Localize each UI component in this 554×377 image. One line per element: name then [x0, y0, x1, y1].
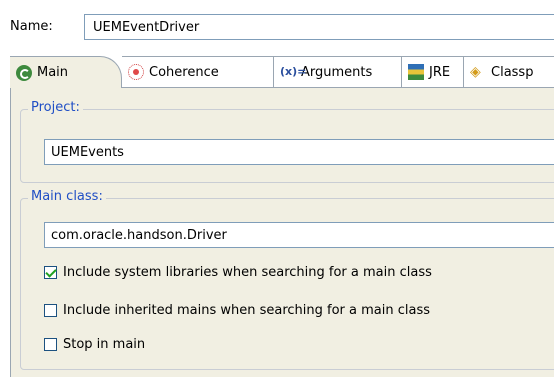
tab-main[interactable]: Main	[10, 56, 122, 88]
option-include-inherited-mains[interactable]: Include inherited mains when searching f…	[44, 300, 430, 320]
project-field[interactable]: UEMEvents	[44, 139, 554, 165]
checkbox-unchecked[interactable]	[44, 303, 57, 317]
tab-label: Arguments	[301, 64, 373, 80]
checkbox-checked[interactable]	[44, 265, 57, 279]
tab-bar: Main Coherence (x)= Arguments JRE ◈ Clas…	[10, 56, 554, 88]
coherence-icon	[128, 64, 144, 80]
tab-jre[interactable]: JRE	[402, 56, 464, 87]
tab-arguments[interactable]: (x)= Arguments	[274, 56, 402, 87]
option-include-system-libraries[interactable]: Include system libraries when searching …	[44, 262, 432, 282]
classpath-icon: ◈	[470, 64, 481, 80]
main-class-field[interactable]: com.oracle.handson.Driver	[44, 222, 554, 248]
tab-classpath[interactable]: ◈ Classp	[464, 56, 554, 87]
name-row: Name: UEMEventDriver	[0, 14, 554, 42]
tab-label: Main	[37, 65, 69, 80]
option-label: Stop in main	[63, 336, 146, 352]
tab-label: Classp	[491, 64, 534, 80]
tab-label: Coherence	[149, 64, 219, 80]
tab-coherence[interactable]: Coherence	[122, 56, 274, 87]
jre-library-icon	[408, 64, 424, 80]
tab-label: JRE	[429, 64, 451, 80]
main-class-group-title: Main class:	[28, 189, 106, 204]
option-label: Include system libraries when searching …	[63, 264, 432, 280]
name-input[interactable]: UEMEventDriver	[84, 14, 554, 40]
name-label: Name:	[10, 19, 53, 34]
project-group-title: Project:	[28, 100, 83, 115]
main-launch-icon	[16, 64, 32, 81]
arguments-icon: (x)=	[280, 65, 307, 78]
checkbox-unchecked[interactable]	[44, 337, 57, 351]
option-label: Include inherited mains when searching f…	[63, 302, 431, 318]
option-stop-in-main[interactable]: Stop in main	[44, 334, 145, 354]
